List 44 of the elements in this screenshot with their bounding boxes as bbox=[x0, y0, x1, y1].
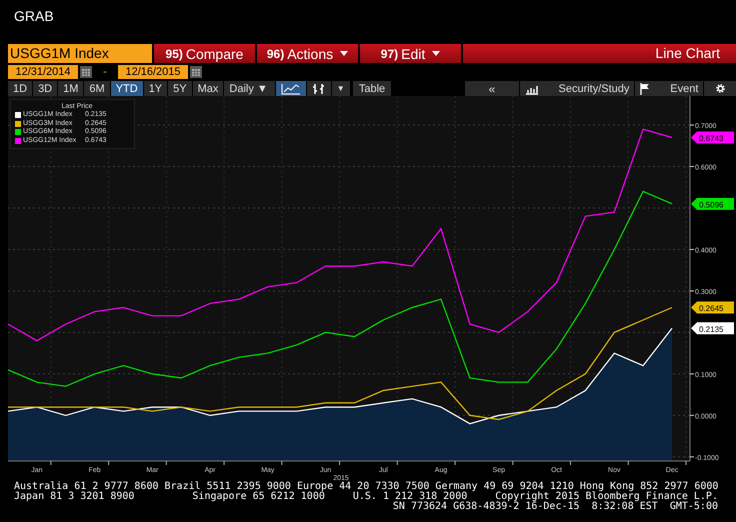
security-study-button[interactable]: Security/Study bbox=[520, 81, 634, 96]
price-tag-value: 0.6743 bbox=[699, 134, 724, 143]
end-date-field[interactable]: 12/16/2015 bbox=[118, 65, 188, 79]
back-button[interactable]: « bbox=[465, 81, 518, 96]
caret-icon bbox=[432, 51, 440, 56]
footer-text: Singapore 65 6212 1000 bbox=[192, 492, 325, 502]
footer-text: Australia 61 2 9777 8600 Brazil 5511 2395 9000 Europe 44 20 7330 7500 Germany 49 69 9204 1210 Hong Kong 852 2977 6000 bbox=[14, 482, 718, 492]
menu-button[interactable]: 97) Edit bbox=[360, 44, 461, 63]
calendar-icon[interactable] bbox=[190, 66, 202, 78]
event-button[interactable]: Event bbox=[635, 81, 704, 96]
bars-icon bbox=[312, 82, 326, 94]
price-tag-value: 0.5096 bbox=[699, 200, 724, 210]
flag-icon bbox=[640, 82, 650, 94]
line-chart-icon bbox=[280, 82, 301, 94]
period-tab[interactable]: 1Y bbox=[144, 81, 168, 96]
view-title: Line Chart bbox=[463, 44, 736, 63]
window-title: GRAB bbox=[13, 7, 55, 26]
frequency-dropdown[interactable]: Daily ▼ bbox=[224, 81, 275, 96]
period-tab[interactable]: 1D bbox=[8, 81, 32, 96]
chart-type-dropdown[interactable]: ▼ bbox=[332, 81, 350, 96]
footer-text: Copyright 2015 Bloomberg Finance L.P. bbox=[495, 492, 718, 502]
bar-chart-button[interactable] bbox=[306, 81, 331, 96]
footer-text: U.S. 1 212 318 2000 bbox=[352, 492, 468, 502]
calendar-icon[interactable] bbox=[80, 66, 92, 78]
period-tab[interactable]: Max bbox=[192, 81, 224, 96]
price-tag-value: 0.2645 bbox=[699, 304, 724, 314]
period-tab[interactable]: 6M bbox=[84, 81, 110, 96]
period-tab[interactable]: 1M bbox=[58, 81, 84, 96]
footer-text: Japan 81 3 3201 8900 bbox=[14, 492, 134, 502]
date-separator: - bbox=[102, 66, 108, 78]
security-field[interactable]: USGG1M Index bbox=[8, 44, 152, 63]
menu-button[interactable]: 96) Actions bbox=[257, 44, 358, 63]
price-tag-value: 0.2135 bbox=[699, 324, 724, 334]
settings-button[interactable] bbox=[704, 81, 736, 96]
start-date-field[interactable]: 12/31/2014 bbox=[8, 65, 78, 79]
period-tab[interactable]: 5Y bbox=[168, 81, 192, 96]
menu-button[interactable]: 95) Compare bbox=[154, 44, 255, 63]
table-button[interactable]: Table bbox=[352, 81, 392, 96]
caret-icon bbox=[340, 51, 348, 56]
settings-icon bbox=[714, 83, 726, 94]
line-chart-button[interactable] bbox=[276, 81, 306, 96]
period-tab[interactable]: YTD bbox=[110, 81, 143, 96]
period-tab[interactable]: 3D bbox=[33, 81, 58, 96]
footer-text: SN 773624 G638-4839-2 16-Dec-15 8:32:08 EST GMT-5:00 bbox=[392, 502, 718, 512]
